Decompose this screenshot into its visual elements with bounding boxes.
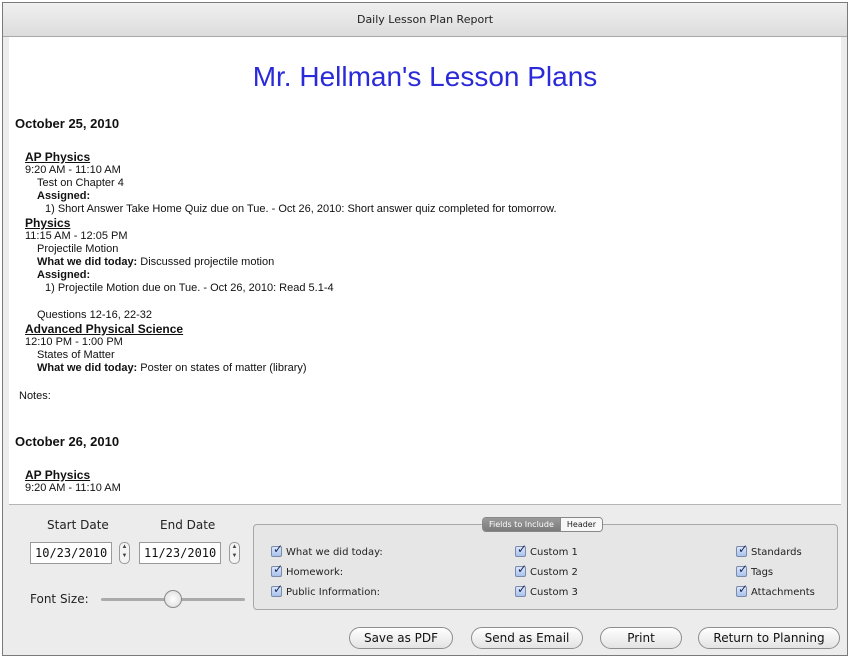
checkbox-label: Standards [751,547,802,558]
send-as-email-button[interactable]: Send as Email [471,627,583,649]
report-content[interactable]: Mr. Hellman's Lesson Plans October 25, 2… [9,37,841,505]
window-title: Daily Lesson Plan Report [3,3,847,37]
start-date-field[interactable]: 10/23/2010 [30,542,112,564]
checkbox-label: Tags [751,567,774,578]
what-we-did-value: Poster on states of matter (library) [140,362,307,374]
assigned-label: Assigned: [37,190,91,202]
return-to-planning-button[interactable]: Return to Planning [698,627,840,649]
assigned-item: 1) Projectile Motion due on Tue. - Oct 2… [45,282,334,294]
report-window: Daily Lesson Plan Report Mr. Hellman's L… [2,2,848,656]
checkbox-standards[interactable]: Standards [736,542,802,558]
checkbox-checked-icon[interactable] [736,542,748,557]
stepper-up-icon[interactable]: ▲ [120,543,129,552]
day-date: October 25, 2010 [15,116,120,131]
what-we-did-row: What we did today: Discussed projectile … [37,256,274,268]
checkbox-attachments[interactable]: Attachments [736,582,815,598]
print-button[interactable]: Print [600,627,682,649]
course-name: AP Physics [25,468,91,482]
font-size-label: Font Size: [30,592,89,606]
end-date-field[interactable]: 11/23/2010 [139,542,221,564]
lesson-topic: Test on Chapter 4 [37,177,124,189]
checkbox-checked-icon[interactable] [515,582,527,597]
report-controls: Start Date End Date 10/23/2010 ▲ ▼ 11/23… [3,506,847,655]
checkbox-label: Homework: [286,567,344,578]
fields-tab-control[interactable]: Fields to Include Header [482,517,604,532]
assigned-extra: Questions 12-16, 22-32 [37,309,152,321]
tab-fields-to-include[interactable]: Fields to Include [483,518,560,531]
checkbox-label: Custom 2 [530,567,578,578]
notes-label: Notes: [19,390,51,402]
checkbox-what-we-did-today[interactable]: What we did today: [271,542,383,558]
course-name: AP Physics [25,150,91,164]
course-time: 9:20 AM - 11:10 AM [25,482,121,494]
end-date-label: End Date [160,518,216,532]
stepper-down-icon[interactable]: ▼ [230,552,239,561]
checkbox-public-information[interactable]: Public Information: [271,582,381,598]
checkbox-checked-icon[interactable] [515,562,527,577]
checkbox-checked-icon[interactable] [271,542,283,557]
checkbox-label: Attachments [751,587,815,598]
tab-header[interactable]: Header [559,518,603,531]
what-we-did-label: What we did today: [37,256,138,268]
start-date-label: Start Date [47,518,109,532]
assigned-item: 1) Short Answer Take Home Quiz due on Tu… [45,203,557,215]
checkbox-custom-2[interactable]: Custom 2 [515,562,578,578]
checkbox-homework[interactable]: Homework: [271,562,344,578]
lesson-topic: Projectile Motion [37,243,119,255]
save-as-pdf-button[interactable]: Save as PDF [349,627,453,649]
course-time: 11:15 AM - 12:05 PM [25,230,128,242]
checkbox-custom-1[interactable]: Custom 1 [515,542,578,558]
what-we-did-label: What we did today: [37,362,138,374]
course-time: 9:20 AM - 11:10 AM [25,164,121,176]
checkbox-checked-icon[interactable] [736,582,748,597]
checkbox-tags[interactable]: Tags [736,562,774,578]
end-date-stepper[interactable]: ▲ ▼ [229,542,240,564]
checkbox-custom-3[interactable]: Custom 3 [515,582,578,598]
assigned-label: Assigned: [37,269,91,281]
checkbox-checked-icon[interactable] [515,542,527,557]
lesson-topic: States of Matter [37,349,115,361]
what-we-did-row: What we did today: Poster on states of m… [37,362,307,374]
stepper-up-icon[interactable]: ▲ [230,543,239,552]
checkbox-checked-icon[interactable] [271,582,283,597]
course-time: 12:10 PM - 1:00 PM [25,336,123,348]
checkbox-label: Custom 3 [530,587,578,598]
stepper-down-icon[interactable]: ▼ [120,552,129,561]
checkbox-label: Public Information: [286,587,381,598]
checkbox-checked-icon[interactable] [736,562,748,577]
report-title: Mr. Hellman's Lesson Plans [252,61,598,92]
font-size-slider-knob[interactable] [164,590,182,608]
checkbox-label: What we did today: [286,547,383,558]
what-we-did-value: Discussed projectile motion [140,256,275,268]
course-name: Physics [25,216,71,230]
course-name: Advanced Physical Science [25,322,184,336]
checkbox-label: Custom 1 [530,547,578,558]
checkbox-checked-icon[interactable] [271,562,283,577]
day-date: October 26, 2010 [15,434,120,449]
start-date-stepper[interactable]: ▲ ▼ [119,542,130,564]
